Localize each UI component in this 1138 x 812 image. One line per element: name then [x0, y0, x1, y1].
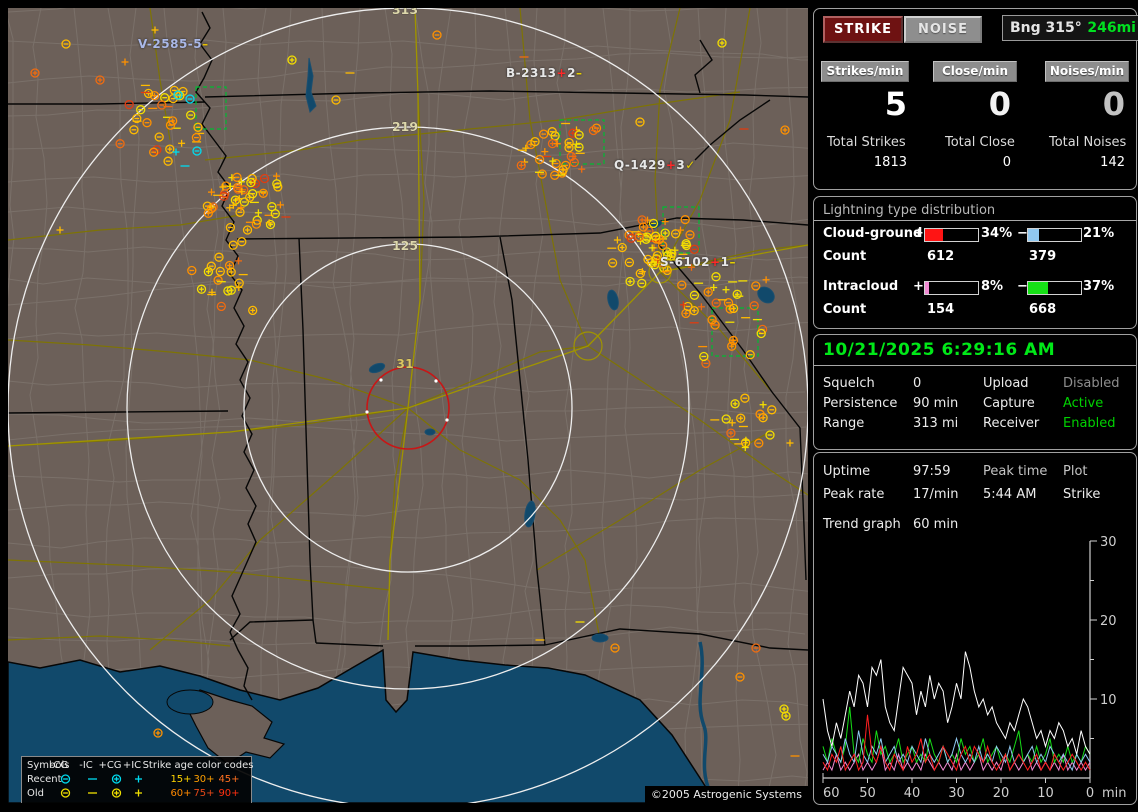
svg-text:219: 219	[392, 119, 418, 134]
status-panel: 10/21/2025 6:29:16 AM Squelch 0 Upload D…	[813, 334, 1137, 450]
ic-neg-count: 668	[1029, 302, 1057, 317]
capture-status: Active	[1063, 396, 1104, 411]
total-close-value: 0	[1002, 155, 1011, 170]
ic-neg-pct: 37%	[1083, 279, 1115, 294]
svg-text:60: 60	[823, 786, 840, 801]
svg-text:125: 125	[392, 238, 418, 253]
plus-sign: +	[913, 226, 924, 241]
cg-pos-pct: 34%	[981, 226, 1013, 241]
trend-panel: Uptime 97:59 Peak time Plot Peak rate 17…	[813, 452, 1137, 805]
bearing-distance: 246mi	[1087, 20, 1136, 36]
plus-sign: +	[913, 279, 924, 294]
map-panel[interactable]: 313 219 125 31 V-2585-5– B-2313+2– Q-1429+3✓ S…	[8, 8, 808, 803]
persistence-label: Persistence	[823, 396, 898, 411]
svg-text:min: min	[1102, 786, 1127, 801]
svg-text:30: 30	[948, 786, 965, 801]
storm-cell-label: B-2313+2–	[506, 66, 583, 80]
ic-pos-bar	[924, 281, 979, 295]
ic-neg-bar	[1027, 281, 1082, 295]
capture-label: Capture	[983, 396, 1035, 411]
legend-age-header: Strike age color codes	[142, 760, 254, 771]
squelch-value: 0	[913, 376, 922, 391]
symbols-legend: Symbols -CG -IC +CG +IC Strike age color code…	[21, 756, 254, 803]
svg-text:31: 31	[396, 356, 413, 371]
svg-text:20: 20	[1100, 614, 1117, 629]
persistence-value: 90 min	[913, 396, 959, 411]
svg-text:40: 40	[904, 786, 921, 801]
range-label: Range	[823, 416, 865, 431]
total-close-label: Total Close	[945, 135, 1015, 150]
bearing-readout: Bng 315° 246mi	[1002, 15, 1138, 41]
close-rate-value: 0	[988, 85, 1011, 123]
map-canvas[interactable]: 313 219 125 31	[8, 8, 808, 803]
svg-text:10: 10	[1100, 693, 1117, 708]
storm-cell-label: V-2585-5–	[138, 37, 209, 51]
svg-text:313: 313	[392, 8, 418, 17]
trend-chart: 10 20 30 60 50 40 30 20 10 0 min	[822, 535, 1127, 801]
cg-count-label: Count	[823, 249, 867, 264]
divider	[814, 365, 1136, 366]
total-strikes-value: 1813	[873, 155, 907, 170]
total-strikes-label: Total Strikes	[827, 135, 906, 150]
svg-text:20: 20	[993, 786, 1010, 801]
legend-recent-label: Recent	[27, 774, 62, 785]
counter-panel: STRIKE NOISE Bng 315° 246mi Strikes/min …	[813, 8, 1138, 190]
strikes-rate-value: 5	[884, 85, 907, 123]
upload-status: Disabled	[1063, 376, 1120, 391]
copyright-text: ©2005 Astrogenic Systems	[644, 786, 808, 803]
cg-neg-bar	[1027, 228, 1082, 242]
strikes-per-min-chip: Strikes/min	[821, 61, 909, 82]
divider	[814, 220, 1136, 221]
svg-text:30: 30	[1100, 535, 1117, 550]
cg-pos-count: 612	[927, 249, 955, 264]
intracloud-label: Intracloud	[823, 279, 899, 294]
storm-cell-label: Q-1429+3✓	[614, 158, 696, 172]
noise-mode-button[interactable]: NOISE	[904, 16, 982, 43]
svg-text:10: 10	[1037, 786, 1054, 801]
nexstorm-app: { "toolbar": { "strike_button": "STRIKE"…	[0, 0, 1138, 812]
strike-mode-button[interactable]: STRIKE	[823, 16, 903, 43]
squelch-label: Squelch	[823, 376, 875, 391]
datetime-display: 10/21/2025 6:29:16 AM	[823, 340, 1056, 360]
noises-per-min-chip: Noises/min	[1045, 61, 1129, 82]
total-noises-label: Total Noises	[1049, 135, 1127, 150]
legend-old-label: Old	[27, 788, 44, 799]
cloud-ground-label: Cloud-ground	[823, 226, 923, 241]
bearing-label: Bng 315°	[1010, 20, 1082, 36]
storm-cell-label: S-6102+1–	[660, 255, 736, 269]
cg-neg-count: 379	[1029, 249, 1057, 264]
upload-label: Upload	[983, 376, 1029, 391]
ic-pos-pct: 8%	[981, 279, 1004, 294]
receiver-status: Enabled	[1063, 416, 1116, 431]
total-noises-value: 142	[1100, 155, 1125, 170]
range-value: 313 mi	[913, 416, 959, 431]
cg-pos-bar	[924, 228, 979, 242]
ic-pos-count: 154	[927, 302, 955, 317]
ic-count-label: Count	[823, 302, 867, 317]
distribution-panel: Lightning type distribution Cloud-ground…	[813, 196, 1137, 329]
cg-neg-pct: 21%	[1083, 226, 1115, 241]
close-per-min-chip: Close/min	[933, 61, 1017, 82]
noises-rate-value: 0	[1102, 85, 1125, 123]
svg-text:50: 50	[859, 786, 876, 801]
distribution-title: Lightning type distribution	[823, 203, 996, 218]
svg-text:0: 0	[1086, 786, 1094, 801]
receiver-label: Receiver	[983, 416, 1040, 431]
